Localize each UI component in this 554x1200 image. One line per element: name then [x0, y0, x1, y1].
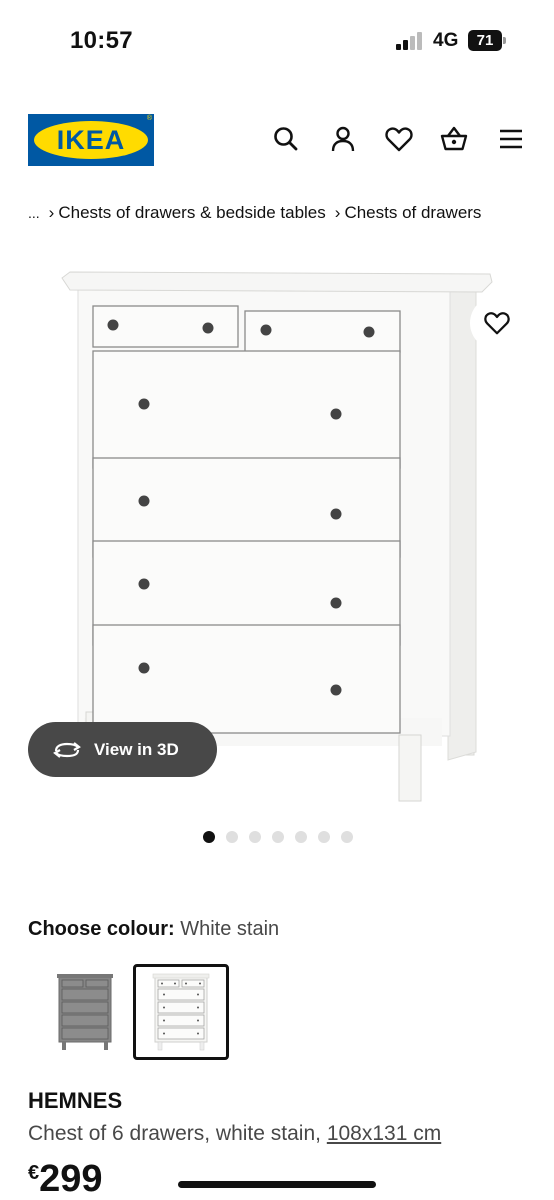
logo-registered: ® — [146, 115, 152, 122]
status-time: 10:57 — [70, 27, 133, 54]
product-name: HEMNES — [28, 1088, 123, 1113]
colour-label: Choose colour: — [28, 918, 175, 940]
status-bar: 10:57 4G 71 — [0, 0, 554, 84]
view-in-3d-label: View in 3D — [94, 739, 179, 759]
ikea-logo[interactable]: IKEA ® — [28, 114, 154, 166]
colour-value: White stain — [180, 918, 280, 940]
chevron-right-icon: › — [334, 203, 341, 222]
favourites-icon[interactable] — [384, 124, 414, 154]
carousel-dot[interactable] — [249, 831, 261, 843]
save-favourite-button[interactable] — [470, 296, 524, 350]
carousel-dot[interactable] — [318, 831, 330, 843]
breadcrumb-item[interactable]: Chests of drawers — [344, 203, 481, 222]
image-carousel-dots — [203, 831, 353, 843]
home-indicator[interactable] — [178, 1181, 376, 1188]
product-description: Chest of 6 drawers, white stain, 108x131… — [28, 1122, 441, 1146]
battery-level: 71 — [468, 30, 502, 51]
view-in-3d-button[interactable]: View in 3D — [28, 722, 217, 777]
rotate-3d-icon — [53, 741, 81, 758]
site-header: IKEA ® — [0, 112, 554, 168]
breadcrumb-ellipsis[interactable]: ... — [28, 205, 40, 221]
menu-icon[interactable] — [496, 124, 526, 154]
colour-option-grey[interactable] — [37, 964, 133, 1060]
basket-icon[interactable] — [439, 124, 469, 154]
colour-option-white-stain[interactable] — [133, 964, 229, 1060]
battery-icon: 71 — [468, 30, 506, 51]
logo-text: IKEA — [56, 125, 126, 155]
carousel-dot[interactable] — [203, 831, 215, 843]
carousel-dot[interactable] — [272, 831, 284, 843]
network-type: 4G — [433, 30, 459, 51]
price-value: 299 — [39, 1158, 103, 1200]
carousel-dot[interactable] — [226, 831, 238, 843]
carousel-dot[interactable] — [295, 831, 307, 843]
product-dimensions-link[interactable]: 108x131 cm — [327, 1122, 441, 1145]
account-icon[interactable] — [328, 124, 358, 154]
product-price: €299 — [28, 1158, 103, 1200]
product-description-text: Chest of 6 drawers, white stain, — [28, 1122, 321, 1145]
colour-chooser: Choose colour: White stain — [28, 918, 279, 941]
chevron-right-icon: › — [48, 203, 55, 222]
search-icon[interactable] — [271, 124, 301, 154]
signal-icon — [396, 32, 426, 50]
carousel-dot[interactable] — [341, 831, 353, 843]
price-currency: € — [28, 1162, 40, 1184]
heart-icon — [484, 312, 510, 335]
breadcrumb: ... › Chests of drawers & bedside tables › C… — [28, 203, 481, 223]
breadcrumb-item[interactable]: Chests of drawers & bedside tables — [58, 203, 325, 222]
